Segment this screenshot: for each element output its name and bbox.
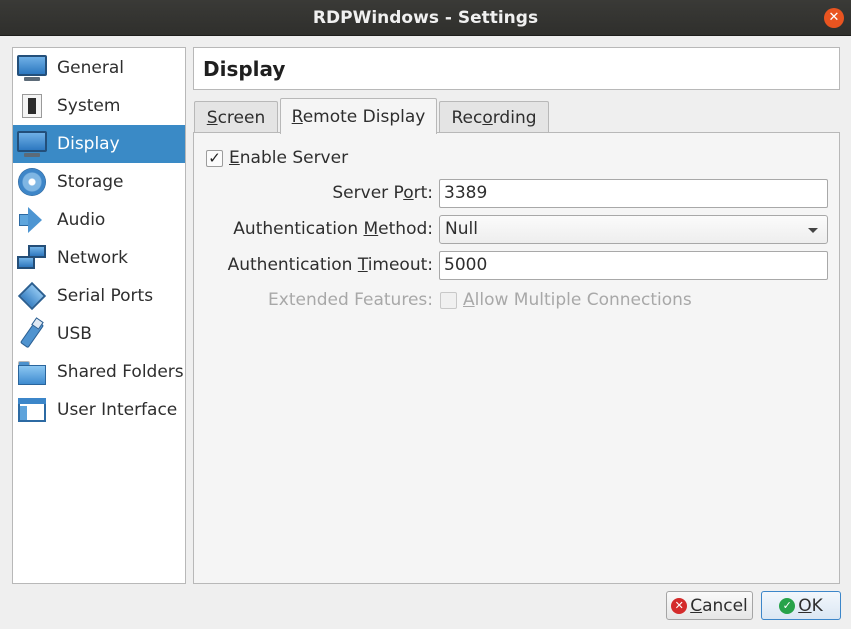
sidebar-item-serial-ports[interactable]: Serial Ports [13,277,185,315]
tab-label: Rec [451,108,483,128]
tab-mnemonic: S [206,108,218,128]
speaker-icon [16,204,48,236]
sidebar-item-general[interactable]: General [13,49,185,87]
label-text: Server P [332,183,404,203]
page-title: Display [203,57,286,81]
network-icon [16,242,48,274]
serial-port-icon [16,280,48,312]
monitor-icon [16,52,48,84]
sidebar-item-label: Display [57,134,120,154]
folder-icon [16,356,48,388]
auth-method-value: Null [445,219,478,239]
usb-icon [16,317,48,350]
auth-method-select[interactable]: Null [439,215,828,244]
tab-mnemonic: R [291,107,303,127]
sidebar-item-system[interactable]: System [13,87,185,125]
disk-icon [16,166,48,198]
tab-label: creen [217,108,266,128]
title-bar[interactable]: RDPWindows - Settings ✕ [0,0,851,36]
sidebar-item-label: Network [57,248,128,268]
tab-recording[interactable]: Recording [439,101,549,133]
enable-server-checkbox[interactable]: ✓ [206,150,223,167]
cancel-icon: ✕ [671,597,688,614]
ok-icon: ✓ [779,597,796,614]
tab-label: emote Display [302,107,426,127]
auth-timeout-field[interactable]: 5000 [439,251,828,280]
label-text: imeout: [367,255,433,275]
sidebar-item-audio[interactable]: Audio [13,201,185,239]
label-mnemonic: E [229,148,240,168]
label-text: rt: [413,183,433,203]
label-text: Authentication [227,255,358,275]
allow-multiple-connections-checkbox[interactable] [440,292,457,309]
tab-label: rding [492,108,537,128]
label-mnemonic: M [363,219,379,239]
sidebar-item-label: Storage [57,172,124,192]
tab-screen[interactable]: Screen [194,101,278,133]
sidebar-item-label: Audio [57,210,106,230]
auth-method-label: Authentication Method: [200,219,433,239]
label-text: llow Multiple Connections [474,290,692,310]
label-text: Authentication [233,219,364,239]
button-mnemonic: C [690,595,703,616]
enable-server-label[interactable]: Enable Server [229,148,348,168]
sidebar-item-network[interactable]: Network [13,239,185,277]
allow-multiple-connections-label[interactable]: Allow Multiple Connections [463,290,692,310]
button-mnemonic: O [798,595,812,616]
label-text: ethod: [378,219,433,239]
label-mnemonic: T [357,255,368,275]
tab-remote-display[interactable]: Remote Display [280,98,437,134]
label-mnemonic: A [463,290,475,310]
server-port-field[interactable]: 3389 [439,179,828,208]
label-mnemonic: o [403,183,414,203]
window-title: RDPWindows - Settings [312,8,539,28]
sidebar-item-label: User Interface [57,400,178,420]
close-icon[interactable]: ✕ [824,8,844,28]
sidebar-item-label: Shared Folders [57,362,184,382]
user-interface-icon [16,394,48,426]
sidebar-item-label: Serial Ports [57,286,154,306]
chip-icon [16,90,48,122]
sidebar-item-label: General [57,58,124,78]
chevron-down-icon [808,228,818,233]
monitor-icon [16,128,48,160]
sidebar-item-label: USB [57,324,92,344]
button-label: K [811,595,823,616]
cancel-button[interactable]: ✕ Cancel [666,591,753,620]
page-header: Display [193,47,840,90]
tab-mnemonic: o [482,108,493,128]
button-label: ancel [702,595,748,616]
settings-dialog: RDPWindows - Settings ✕ General System D… [0,0,851,629]
sidebar-item-storage[interactable]: Storage [13,163,185,201]
extended-features-label: Extended Features: [268,290,433,310]
sidebar-item-user-interface[interactable]: User Interface [13,391,185,429]
settings-sidebar: General System Display Storage Audio Net… [12,47,186,584]
server-port-label: Server Port: [200,183,433,203]
sidebar-item-display[interactable]: Display [13,125,185,163]
sidebar-item-usb[interactable]: USB [13,315,185,353]
sidebar-item-label: System [57,96,121,116]
ok-button[interactable]: ✓ OK [761,591,841,620]
sidebar-item-shared-folders[interactable]: Shared Folders [13,353,185,391]
label-text: nable Server [239,148,349,168]
auth-timeout-label: Authentication Timeout: [200,255,433,275]
